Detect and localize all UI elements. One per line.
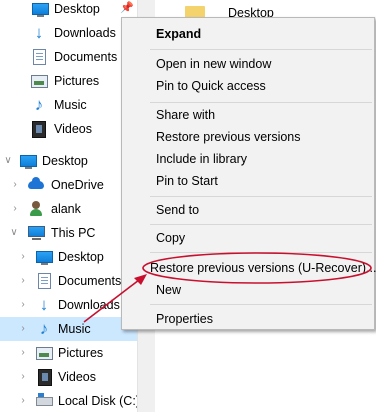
nav-item-label: This PC [51, 226, 96, 240]
nav-item-label: Pictures [54, 74, 100, 88]
desktop-icon [32, 3, 49, 17]
chevron-right-icon[interactable]: › [18, 299, 28, 311]
menu-item-include-in-library[interactable]: Include in library [156, 151, 247, 167]
nav-item-label: Documents [58, 274, 122, 288]
menu-separator [150, 224, 372, 225]
nav-item-label: Videos [54, 122, 92, 136]
nav-item-label: Pictures [58, 346, 104, 360]
documents-icon [38, 273, 51, 289]
nav-item-label: Downloads [54, 26, 116, 40]
nav-item-quick-desktop[interactable]: Desktop 📌 [0, 0, 137, 21]
menu-item-send-to[interactable]: Send to [156, 202, 199, 218]
downloads-icon: ↓ [34, 23, 44, 42]
nav-item-quick-downloads[interactable]: ↓ Downloads [0, 21, 137, 45]
desktop-icon [20, 155, 37, 169]
nav-item-desktop[interactable]: ∨ Desktop [0, 149, 137, 173]
nav-item-label: Local Disk (C:) [58, 394, 140, 408]
nav-item-label: Desktop [58, 250, 104, 264]
desktop-icon [36, 251, 53, 265]
documents-icon [33, 49, 46, 65]
chevron-right-icon[interactable]: › [18, 371, 28, 383]
nav-item-pc-downloads[interactable]: › ↓ Downloads [0, 293, 137, 317]
chevron-right-icon[interactable]: › [18, 323, 28, 335]
menu-item-expand[interactable]: Expand [156, 26, 201, 42]
onedrive-icon [28, 177, 44, 189]
nav-item-label: Music [58, 322, 91, 336]
menu-item-pin-quick-access[interactable]: Pin to Quick access [156, 78, 266, 94]
menu-item-properties[interactable]: Properties [156, 311, 213, 327]
nav-item-pc-local-disk[interactable]: › Local Disk (C:) [0, 389, 140, 413]
nav-item-this-pc[interactable]: ∨ This PC [0, 221, 137, 245]
chevron-right-icon[interactable]: › [18, 347, 28, 359]
nav-item-quick-pictures[interactable]: Pictures [0, 69, 137, 93]
menu-item-copy[interactable]: Copy [156, 230, 185, 246]
downloads-icon: ↓ [39, 295, 49, 314]
videos-icon [38, 369, 52, 386]
menu-item-open-new-window[interactable]: Open in new window [156, 56, 271, 72]
chevron-right-icon[interactable]: › [18, 395, 28, 407]
nav-item-label: Documents [54, 50, 118, 64]
chevron-down-icon[interactable]: ∨ [9, 227, 19, 239]
menu-item-share-with[interactable]: Share with [156, 107, 215, 123]
nav-item-label: alank [51, 202, 81, 216]
context-menu: Expand Open in new window Pin to Quick a… [121, 17, 376, 330]
pictures-icon [36, 347, 53, 360]
chevron-right-icon[interactable]: › [18, 251, 28, 263]
nav-item-onedrive[interactable]: › OneDrive [0, 173, 137, 197]
nav-item-pc-documents[interactable]: › Documents [0, 269, 137, 293]
nav-item-pc-music[interactable]: › ♪ Music [0, 317, 137, 341]
menu-item-restore-u-recover[interactable]: Restore previous versions (U-Recover)... [150, 260, 376, 276]
chevron-right-icon[interactable]: › [10, 179, 20, 191]
chevron-right-icon[interactable]: › [10, 203, 20, 215]
pin-icon[interactable]: 📌 [120, 1, 134, 14]
music-icon: ♪ [39, 319, 49, 338]
menu-item-pin-to-start[interactable]: Pin to Start [156, 173, 218, 189]
user-icon [28, 201, 44, 217]
local-disk-icon [36, 393, 53, 406]
chevron-down-icon[interactable]: ∨ [3, 155, 13, 167]
nav-item-user[interactable]: › alank [0, 197, 137, 221]
menu-separator [150, 304, 372, 305]
nav-item-label: Music [54, 98, 87, 112]
menu-item-new[interactable]: New [156, 282, 181, 298]
videos-icon [32, 121, 46, 138]
menu-separator [150, 252, 372, 253]
nav-item-label: Downloads [58, 298, 120, 312]
nav-item-quick-documents[interactable]: Documents [0, 45, 137, 69]
menu-separator [150, 49, 372, 50]
navigation-pane: Desktop 📌 ↓ Downloads Documents Pictures… [0, 0, 140, 413]
nav-item-label: Desktop [54, 2, 100, 16]
nav-item-pc-videos[interactable]: › Videos [0, 365, 137, 389]
nav-item-quick-music[interactable]: ♪ Music [0, 93, 137, 117]
nav-item-quick-videos[interactable]: Videos [0, 117, 137, 141]
music-icon: ♪ [34, 95, 44, 114]
this-pc-icon [28, 226, 45, 240]
nav-item-label: Videos [58, 370, 96, 384]
chevron-right-icon[interactable]: › [18, 275, 28, 287]
menu-separator [150, 102, 372, 103]
nav-item-pc-desktop[interactable]: › Desktop [0, 245, 137, 269]
nav-item-pc-pictures[interactable]: › Pictures [0, 341, 137, 365]
nav-item-label: OneDrive [51, 178, 104, 192]
nav-item-label: Desktop [42, 154, 88, 168]
menu-separator [150, 196, 372, 197]
pictures-icon [31, 75, 48, 88]
menu-item-restore-previous-versions[interactable]: Restore previous versions [156, 129, 301, 145]
